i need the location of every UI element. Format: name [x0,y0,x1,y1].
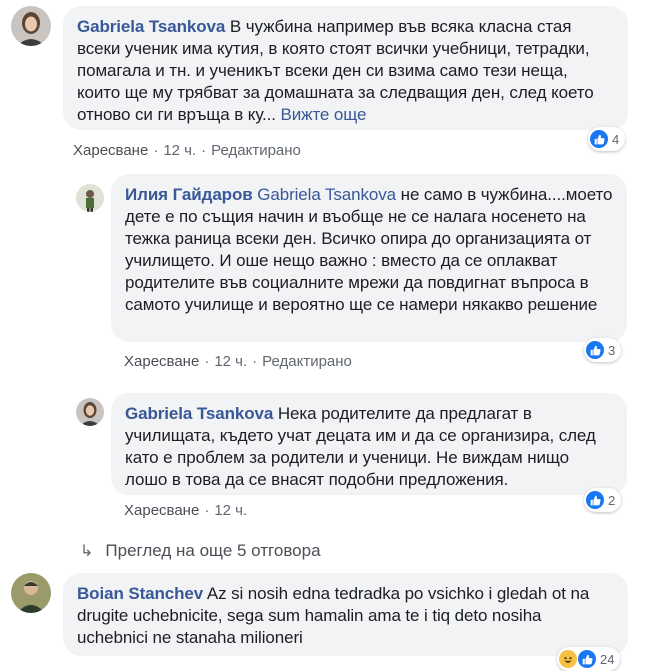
reaction-count: 3 [608,342,616,358]
like-icon [590,130,608,148]
view-more-replies-label[interactable]: Преглед на още 5 отговора [105,541,320,560]
avatar-boian[interactable] [11,573,51,613]
comment-bubble: Gabriela Tsankova В чужбина например във… [63,6,628,130]
edited-label[interactable]: Редактирано [262,353,352,370]
like-icon [586,341,604,359]
comment-author[interactable]: Gabriela Tsankova [77,17,225,36]
view-more-replies[interactable]: ↳ Преглед на още 5 отговора [80,541,321,561]
mention-link[interactable]: Gabriela Tsankova [257,185,396,204]
like-icon [586,491,604,509]
reaction-count: 24 [600,651,615,667]
reply-actions: Харесване · 12 ч. · Редактирано [124,353,352,370]
reaction-summary[interactable]: 24 [557,647,621,671]
avatar-gabriela[interactable] [11,6,51,46]
timestamp[interactable]: 12 ч. [214,502,247,519]
avatar-iliya[interactable] [76,184,104,212]
timestamp[interactable]: 12 ч. [214,353,247,370]
edited-label[interactable]: Редактирано [211,142,301,159]
reply-bubble: Илия Гайдаров Gabriela Tsankova не само … [111,174,627,342]
haha-icon [559,650,577,668]
reaction-count: 4 [612,131,620,147]
reply-text: не само в чужбина....моето дете е по същ… [125,185,613,314]
like-button[interactable]: Харесване [124,353,199,370]
like-button[interactable]: Харесване [124,502,199,519]
comment-author[interactable]: Boian Stanchev [77,584,203,603]
timestamp[interactable]: 12 ч. [163,142,196,159]
comment-actions: Харесване · 12 ч. · Редактирано [73,142,301,159]
reply-actions: Харесване · 12 ч. [124,502,248,519]
reply-arrow-icon: ↳ [80,543,94,560]
reaction-summary[interactable]: 2 [584,488,622,512]
reply-author[interactable]: Илия Гайдаров [125,185,253,204]
like-button[interactable]: Харесване [73,142,148,159]
see-more-link[interactable]: Вижте още [281,105,367,124]
reply-author[interactable]: Gabriela Tsankova [125,404,273,423]
reaction-summary[interactable]: 3 [584,338,622,362]
like-icon [578,650,596,668]
reply-bubble: Gabriela Tsankova Нека родителите да пре… [111,393,627,495]
avatar-gabriela[interactable] [76,398,104,426]
reaction-count: 2 [608,492,616,508]
comment-bubble: Boian Stanchev Az si nosih edna tedradka… [63,573,628,656]
reaction-summary[interactable]: 4 [588,127,626,151]
